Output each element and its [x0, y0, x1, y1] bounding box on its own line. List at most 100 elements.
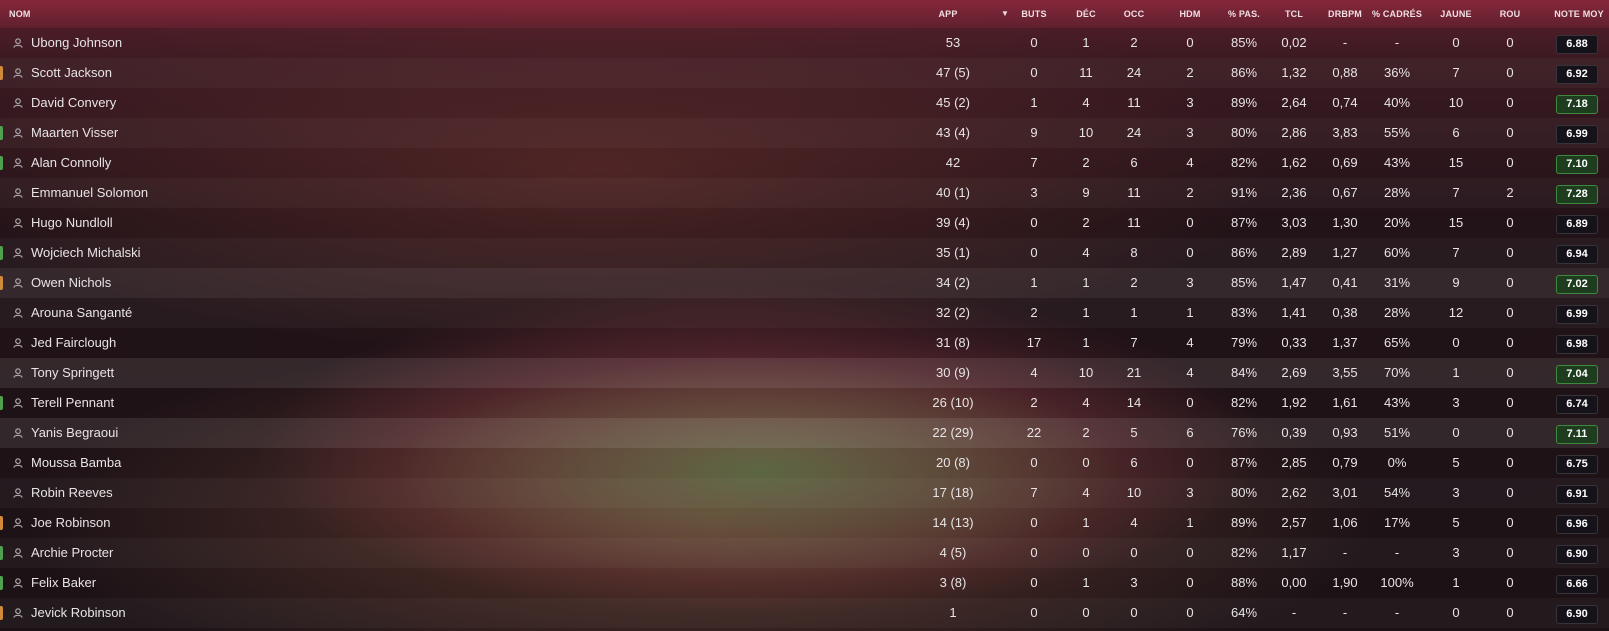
cell-occ: 2 — [1130, 35, 1138, 50]
player-name-link[interactable]: Alan Connolly — [31, 148, 111, 178]
cell-cadres: 36% — [1383, 65, 1411, 80]
cell-app: 3 (8) — [939, 575, 967, 590]
player-name-link[interactable]: Jevick Robinson — [31, 598, 126, 628]
cell-rou: 0 — [1506, 125, 1514, 140]
player-name-link[interactable]: Jed Fairclough — [31, 328, 116, 358]
cell-dec: 4 — [1082, 485, 1090, 500]
average-rating-badge: 7.02 — [1556, 275, 1598, 294]
table-row[interactable]: Emmanuel Solomon 40 (1) 3 9 11 2 91% 2,36 0,67 28… — [0, 178, 1609, 208]
cell-tcl: 0,33 — [1281, 335, 1307, 350]
average-rating-badge: 7.11 — [1556, 425, 1598, 444]
player-name-link[interactable]: Scott Jackson — [31, 58, 112, 88]
header-tcl[interactable]: TCL — [1269, 0, 1319, 28]
status-edge-marker — [0, 606, 3, 620]
cell-drbpm: - — [1342, 605, 1348, 620]
header-cadres[interactable]: % CADRÉS — [1369, 0, 1425, 28]
header-jaune[interactable]: JAUNE — [1436, 0, 1476, 28]
cell-hdm: 6 — [1186, 425, 1194, 440]
cell-rou: 0 — [1506, 545, 1514, 560]
player-name-link[interactable]: Joe Robinson — [31, 508, 111, 538]
table-row[interactable]: Jevick Robinson 1 0 0 0 0 64% - - - 0 0 6.90 — [0, 598, 1609, 628]
player-name-link[interactable]: Wojciech Michalski — [31, 238, 141, 268]
table-row[interactable]: Scott Jackson 47 (5) 0 11 24 2 86% 1,32 0,88 36% 7… — [0, 58, 1609, 88]
cell-occ: 2 — [1130, 275, 1138, 290]
cell-rou: 0 — [1506, 275, 1514, 290]
player-name-link[interactable]: Arouna Sanganté — [31, 298, 132, 328]
cell-jaune: 6 — [1452, 125, 1460, 140]
table-row[interactable]: Jed Fairclough 31 (8) 17 1 7 4 79% 0,33 1,37 65% 0… — [0, 328, 1609, 358]
average-rating-badge: 6.88 — [1556, 35, 1598, 54]
header-hdm[interactable]: HDM — [1170, 0, 1210, 28]
player-person-icon — [13, 158, 23, 168]
cell-buts: 1 — [1030, 275, 1038, 290]
table-row[interactable]: Ubong Johnson 53 0 1 2 0 85% 0,02 - - 0 0 6.88 — [0, 28, 1609, 58]
table-row[interactable]: Owen Nichols 34 (2) 1 1 2 3 85% 1,47 0,41 31% 9 0 7.… — [0, 268, 1609, 298]
player-name-link[interactable]: Felix Baker — [31, 568, 96, 598]
status-edge-marker — [0, 66, 3, 80]
table-row[interactable]: Maarten Visser 43 (4) 9 10 24 3 80% 2,86 3,83 55%… — [0, 118, 1609, 148]
header-rou[interactable]: ROU — [1490, 0, 1530, 28]
table-row[interactable]: Arouna Sanganté 32 (2) 2 1 1 1 83% 1,41 0,38 28% 1… — [0, 298, 1609, 328]
player-name-link[interactable]: David Convery — [31, 88, 116, 118]
player-person-icon — [13, 398, 23, 408]
cell-buts: 0 — [1030, 455, 1038, 470]
average-rating-badge: 6.90 — [1556, 545, 1598, 564]
player-name-link[interactable]: Moussa Bamba — [31, 448, 121, 478]
table-row[interactable]: Tony Springett 30 (9) 4 10 21 4 84% 2,69 3,55 70%… — [0, 358, 1609, 388]
table-row[interactable]: Terell Pennant 26 (10) 2 4 14 0 82% 1,92 1,61 43%… — [0, 388, 1609, 418]
player-name-link[interactable]: Archie Procter — [31, 538, 113, 568]
cell-hdm: 0 — [1186, 545, 1194, 560]
cell-hdm: 0 — [1186, 215, 1194, 230]
table-row[interactable]: Felix Baker 3 (8) 0 1 3 0 88% 0,00 1,90 100% 1 0 6.6… — [0, 568, 1609, 598]
player-name-link[interactable]: Maarten Visser — [31, 118, 118, 148]
cell-drbpm: 0,79 — [1332, 455, 1358, 470]
sort-down-arrow-icon[interactable]: ▼ — [1001, 9, 1009, 18]
header-occ[interactable]: OCC — [1114, 0, 1154, 28]
cell-buts: 0 — [1030, 515, 1038, 530]
player-name-link[interactable]: Tony Springett — [31, 358, 114, 388]
table-row[interactable]: Hugo Nundloll 39 (4) 0 2 11 0 87% 3,03 1,30 20% 15… — [0, 208, 1609, 238]
table-row[interactable]: David Convery 45 (2) 1 4 11 3 89% 2,64 0,74 40% 10… — [0, 88, 1609, 118]
player-name-link[interactable]: Yanis Begraoui — [31, 418, 118, 448]
cell-jaune: 7 — [1452, 245, 1460, 260]
cell-buts: 0 — [1030, 215, 1038, 230]
cell-drbpm: 3,83 — [1332, 125, 1358, 140]
player-name-link[interactable]: Hugo Nundloll — [31, 208, 113, 238]
header-note-moy[interactable]: NOTE MOY — [1552, 0, 1606, 28]
cell-rou: 0 — [1506, 365, 1514, 380]
player-person-icon — [13, 488, 23, 498]
table-row[interactable]: Wojciech Michalski 35 (1) 0 4 8 0 86% 2,89 1,27 6… — [0, 238, 1609, 268]
player-name-link[interactable]: Robin Reeves — [31, 478, 113, 508]
table-row[interactable]: Alan Connolly 42 7 2 6 4 82% 1,62 0,69 43% 15 0 7.10 — [0, 148, 1609, 178]
cell-cadres: 43% — [1383, 155, 1411, 170]
player-name-link[interactable]: Owen Nichols — [31, 268, 111, 298]
cell-occ: 6 — [1130, 455, 1138, 470]
cell-cadres: 54% — [1383, 485, 1411, 500]
cell-pas: 82% — [1230, 395, 1258, 410]
cell-app: 30 (9) — [936, 365, 970, 380]
table-row[interactable]: Yanis Begraoui 22 (29) 22 2 5 6 76% 0,39 0,93 51%… — [0, 418, 1609, 448]
header-drbpm[interactable]: DRBPM — [1320, 0, 1370, 28]
player-name-link[interactable]: Terell Pennant — [31, 388, 114, 418]
player-name-link[interactable]: Emmanuel Solomon — [31, 178, 148, 208]
table-row[interactable]: Moussa Bamba 20 (8) 0 0 6 0 87% 2,85 0,79 0% 5 0 6.7… — [0, 448, 1609, 478]
header-name[interactable]: NOM — [9, 0, 31, 28]
table-row[interactable]: Robin Reeves 17 (18) 7 4 10 3 80% 2,62 3,01 54% 3 0… — [0, 478, 1609, 508]
cell-app: 45 (2) — [936, 95, 970, 110]
player-name-link[interactable]: Ubong Johnson — [31, 28, 122, 58]
cell-dec: 2 — [1082, 425, 1090, 440]
cell-dec: 2 — [1082, 155, 1090, 170]
cell-cadres: 55% — [1383, 125, 1411, 140]
header-buts[interactable]: BUTS — [1014, 0, 1054, 28]
average-rating-badge: 6.90 — [1556, 605, 1598, 624]
table-row[interactable]: Archie Procter 4 (5) 0 0 0 0 82% 1,17 - - 3 0 6.90 — [0, 538, 1609, 568]
cell-occ: 0 — [1130, 605, 1138, 620]
cell-cadres: - — [1394, 35, 1400, 50]
player-person-icon — [13, 518, 23, 528]
table-row[interactable]: Joe Robinson 14 (13) 0 1 4 1 89% 2,57 1,06 17% 5 0 6… — [0, 508, 1609, 538]
header-dec[interactable]: DÉC — [1066, 0, 1106, 28]
header-app[interactable]: APP — [918, 0, 978, 28]
header-pas[interactable]: % PAS. — [1219, 0, 1269, 28]
cell-tcl: - — [1291, 605, 1297, 620]
cell-app: 35 (1) — [936, 245, 970, 260]
